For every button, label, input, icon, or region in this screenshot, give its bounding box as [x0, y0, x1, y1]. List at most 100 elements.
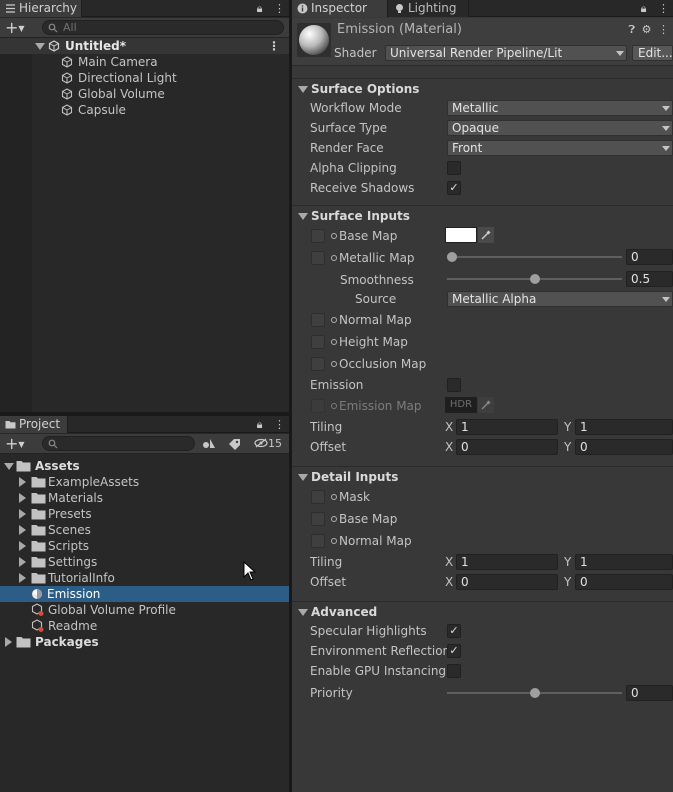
material-preview-sphere-icon — [297, 23, 331, 57]
detail-tiling-y-field[interactable]: 1 — [575, 554, 673, 570]
base-map-texture-slot[interactable] — [311, 229, 325, 243]
smoothness-source-dropdown[interactable]: Metallic Alpha — [447, 291, 673, 307]
project-search-input[interactable] — [42, 436, 195, 451]
detail-offset-y-field[interactable]: 0 — [575, 574, 673, 590]
gpu-instancing-checkbox[interactable] — [447, 664, 461, 678]
foldout-arrow-icon[interactable] — [298, 86, 308, 93]
expand-arrow-icon[interactable] — [4, 463, 14, 470]
expand-arrow-icon[interactable] — [19, 541, 26, 551]
render-face-dropdown[interactable]: Front — [447, 140, 673, 156]
hierarchy-item[interactable]: Main Camera — [0, 54, 289, 70]
hierarchy-search-input[interactable]: All — [42, 20, 284, 35]
kebab-menu-icon[interactable]: ⋮ — [658, 2, 669, 15]
expand-arrow-icon[interactable] — [19, 525, 26, 535]
alpha-clipping-checkbox[interactable] — [447, 161, 461, 175]
scene-menu-icon[interactable]: ⋮ — [268, 38, 280, 54]
shader-dropdown[interactable]: Universal Render Pipeline/Lit — [385, 45, 627, 61]
expand-arrow-icon[interactable] — [19, 557, 26, 567]
expand-arrow-icon[interactable] — [19, 573, 26, 583]
surface-type-dropdown[interactable]: Opaque — [447, 120, 673, 136]
presets-sliders-icon[interactable]: ⚙︎ — [642, 23, 652, 36]
lock-icon[interactable]: 🔒︎ — [641, 2, 647, 15]
eyedropper-icon[interactable] — [478, 397, 494, 413]
folder-row[interactable]: Scripts — [0, 538, 289, 554]
environment-reflections-checkbox[interactable]: ✓ — [447, 644, 461, 658]
metallic-slider-track[interactable] — [447, 256, 622, 258]
tab-inspector[interactable]: Inspector — [292, 0, 388, 17]
inspector-panel: Inspector Lighting 🔒︎ ⋮ Emission (Materi… — [292, 0, 673, 792]
x-axis-label: X — [445, 420, 454, 434]
hierarchy-item[interactable]: Global Volume — [0, 86, 289, 102]
metallic-map-label: Metallic Map — [331, 249, 415, 267]
foldout-arrow-icon[interactable] — [298, 213, 308, 220]
tab-lighting[interactable]: Lighting — [389, 0, 469, 17]
height-map-texture-slot[interactable] — [311, 335, 325, 349]
metallic-slider-knob[interactable] — [447, 252, 457, 262]
detail-mask-texture-slot[interactable] — [311, 490, 325, 504]
base-color-swatch[interactable] — [445, 227, 477, 243]
expand-arrow-icon[interactable] — [19, 493, 26, 503]
emission-checkbox[interactable] — [447, 378, 461, 392]
receive-shadows-checkbox[interactable]: ✓ — [447, 181, 461, 195]
filter-by-type-icon[interactable] — [202, 438, 216, 450]
hidden-count: 15 — [268, 437, 282, 450]
hierarchy-item[interactable]: Capsule — [0, 102, 289, 118]
section-surface-inputs[interactable]: Surface Inputs — [292, 205, 673, 225]
priority-value-field[interactable]: 0 — [626, 685, 673, 701]
normal-map-texture-slot[interactable] — [311, 313, 325, 327]
tiling-x-field[interactable]: 1 — [456, 419, 558, 435]
lock-icon[interactable]: 🔒︎ — [257, 418, 263, 431]
offset-y-field[interactable]: 0 — [575, 439, 673, 455]
eyedropper-icon[interactable] — [478, 227, 494, 243]
edit-shader-button[interactable]: Edit... — [632, 45, 673, 61]
kebab-menu-icon[interactable]: ⋮ — [658, 23, 669, 36]
filter-by-label-icon[interactable] — [228, 438, 241, 450]
packages-root-row[interactable]: Packages — [0, 634, 289, 650]
section-detail-inputs[interactable]: Detail Inputs — [292, 466, 673, 486]
asset-row-selected[interactable]: Emission — [0, 586, 289, 602]
tab-project[interactable]: Project — [0, 416, 68, 433]
asset-label: Emission — [47, 587, 101, 601]
detail-offset-x-field[interactable]: 0 — [456, 574, 558, 590]
emission-map-texture-slot[interactable] — [311, 399, 325, 413]
lock-icon[interactable]: 🔒︎ — [257, 2, 263, 15]
section-surface-options[interactable]: Surface Options — [292, 78, 673, 98]
assets-root-row[interactable]: Assets — [0, 458, 289, 474]
kebab-menu-icon[interactable]: ⋮ — [274, 2, 285, 15]
hierarchy-item[interactable]: Directional Light — [0, 70, 289, 86]
priority-slider-knob[interactable] — [529, 688, 540, 698]
hidden-packages-toggle[interactable]: 15 — [254, 436, 282, 452]
foldout-arrow-icon[interactable] — [298, 609, 308, 616]
expand-arrow-icon[interactable] — [19, 509, 26, 519]
folder-row[interactable]: Materials — [0, 490, 289, 506]
offset-x-field[interactable]: 0 — [456, 439, 558, 455]
workflow-mode-dropdown[interactable]: Metallic — [447, 100, 673, 116]
folder-row[interactable]: ExampleAssets — [0, 474, 289, 490]
specular-highlights-checkbox[interactable]: ✓ — [447, 624, 461, 638]
metallic-map-texture-slot[interactable] — [311, 251, 325, 265]
expand-arrow-icon[interactable] — [5, 637, 12, 647]
expand-arrow-icon[interactable] — [35, 43, 45, 50]
scene-row[interactable]: Untitled* ⋮ — [0, 38, 289, 54]
occlusion-map-texture-slot[interactable] — [311, 357, 325, 371]
tab-hierarchy[interactable]: Hierarchy — [0, 0, 82, 17]
asset-row[interactable]: Global Volume Profile — [0, 602, 289, 618]
detail-base-map-texture-slot[interactable] — [311, 512, 325, 526]
kebab-menu-icon[interactable]: ⋮ — [274, 418, 285, 431]
create-plus-button[interactable]: +▼ — [5, 18, 25, 38]
detail-normal-map-texture-slot[interactable] — [311, 534, 325, 548]
metallic-value-field[interactable]: 0 — [626, 249, 673, 265]
foldout-arrow-icon[interactable] — [298, 474, 308, 481]
create-plus-button[interactable]: +▼ — [5, 434, 25, 454]
tiling-y-field[interactable]: 1 — [575, 419, 673, 435]
folder-row[interactable]: Presets — [0, 506, 289, 522]
help-icon[interactable]: ❓︎ — [629, 23, 636, 36]
smoothness-slider-knob[interactable] — [529, 274, 540, 284]
expand-arrow-icon[interactable] — [19, 477, 26, 487]
asset-row[interactable]: Readme — [0, 618, 289, 634]
smoothness-value-field[interactable]: 0.5 — [626, 271, 673, 287]
folder-row[interactable]: Scenes — [0, 522, 289, 538]
emission-color-hdr-swatch[interactable]: HDR — [445, 397, 477, 413]
detail-tiling-x-field[interactable]: 1 — [456, 554, 558, 570]
section-advanced[interactable]: Advanced — [292, 601, 673, 621]
